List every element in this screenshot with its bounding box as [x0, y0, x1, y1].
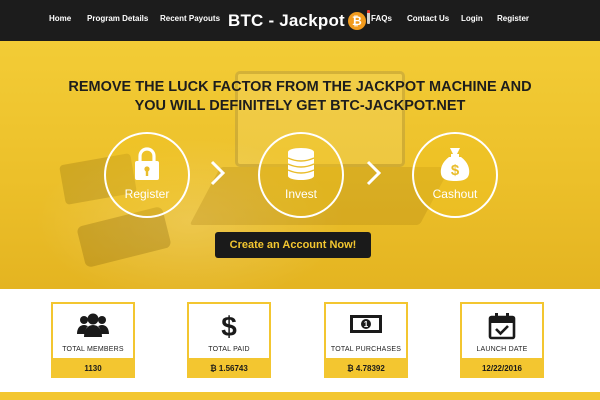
- hero-headline-line1: REMOVE THE LUCK FACTOR FROM THE JACKPOT …: [68, 79, 532, 95]
- stat-total-members-label: TOTAL MEMBERS: [62, 346, 124, 353]
- step-register: Register: [104, 132, 190, 218]
- hero-headline-line2: YOU WILL DEFINITELY GET BTC-JACKPOT.NET: [134, 98, 466, 114]
- nav-faqs-link[interactable]: FAQs: [371, 14, 392, 23]
- banknote-icon: 1: [326, 312, 406, 340]
- stat-total-purchases-value: ₿ 4.78392: [326, 358, 406, 378]
- step-invest-label: Invest: [284, 187, 317, 201]
- stat-launch-date-value: 12/22/2016: [462, 358, 542, 378]
- stat-total-paid: $ TOTAL PAID ₿ 1.56743: [187, 302, 271, 378]
- svg-text:1: 1: [364, 320, 369, 329]
- stat-total-members-value: 1130: [53, 358, 133, 378]
- users-icon: [53, 312, 133, 340]
- chevron-right-icon: [366, 160, 382, 186]
- stat-total-paid-value: ₿ 1.56743: [189, 358, 269, 378]
- money-bag-icon: $: [414, 146, 496, 182]
- bitcoin-coin-icon: ₿: [347, 12, 366, 30]
- nav-contact-us-link[interactable]: Contact Us: [407, 14, 449, 23]
- create-account-button[interactable]: Create an Account Now!: [215, 232, 371, 258]
- stat-launch-date-label: LAUNCH DATE: [476, 346, 528, 353]
- hero-headline: REMOVE THE LUCK FACTOR FROM THE JACKPOT …: [30, 78, 570, 116]
- top-nav: Home Program Details Recent Payouts BTC …: [0, 0, 600, 41]
- calendar-check-icon: [462, 312, 542, 340]
- stat-total-paid-label: TOTAL PAID: [208, 346, 250, 353]
- lock-icon: [106, 146, 188, 182]
- svg-text:$: $: [451, 162, 460, 179]
- footer-accent-band: [0, 392, 600, 400]
- stat-total-purchases: 1 TOTAL PURCHASES ₿ 4.78392: [324, 302, 408, 378]
- brand-logo[interactable]: BTC - Jackpot ₿: [228, 9, 370, 33]
- step-cashout-label: Cashout: [432, 187, 478, 201]
- stat-launch-date: LAUNCH DATE 12/22/2016: [460, 302, 544, 378]
- chevron-right-icon: [210, 160, 226, 186]
- nav-recent-payouts-link[interactable]: Recent Payouts: [160, 14, 220, 23]
- svg-text:$: $: [221, 312, 237, 340]
- stat-total-purchases-label: TOTAL PURCHASES: [330, 346, 402, 353]
- hero-banner: REMOVE THE LUCK FACTOR FROM THE JACKPOT …: [0, 41, 600, 289]
- nav-login-link[interactable]: Login: [461, 14, 483, 23]
- step-register-label: Register: [124, 187, 170, 201]
- nav-program-details-link[interactable]: Program Details: [87, 14, 148, 23]
- slot-lever-icon: [366, 10, 370, 24]
- step-invest: Invest: [258, 132, 344, 218]
- coins-icon: [260, 146, 342, 182]
- nav-home-link[interactable]: Home: [49, 14, 71, 23]
- stat-total-members: TOTAL MEMBERS 1130: [51, 302, 135, 378]
- dollar-icon: $: [189, 312, 269, 340]
- brand-name: BTC - Jackpot: [228, 11, 345, 30]
- step-cashout: $ Cashout: [412, 132, 498, 218]
- nav-register-link[interactable]: Register: [497, 14, 529, 23]
